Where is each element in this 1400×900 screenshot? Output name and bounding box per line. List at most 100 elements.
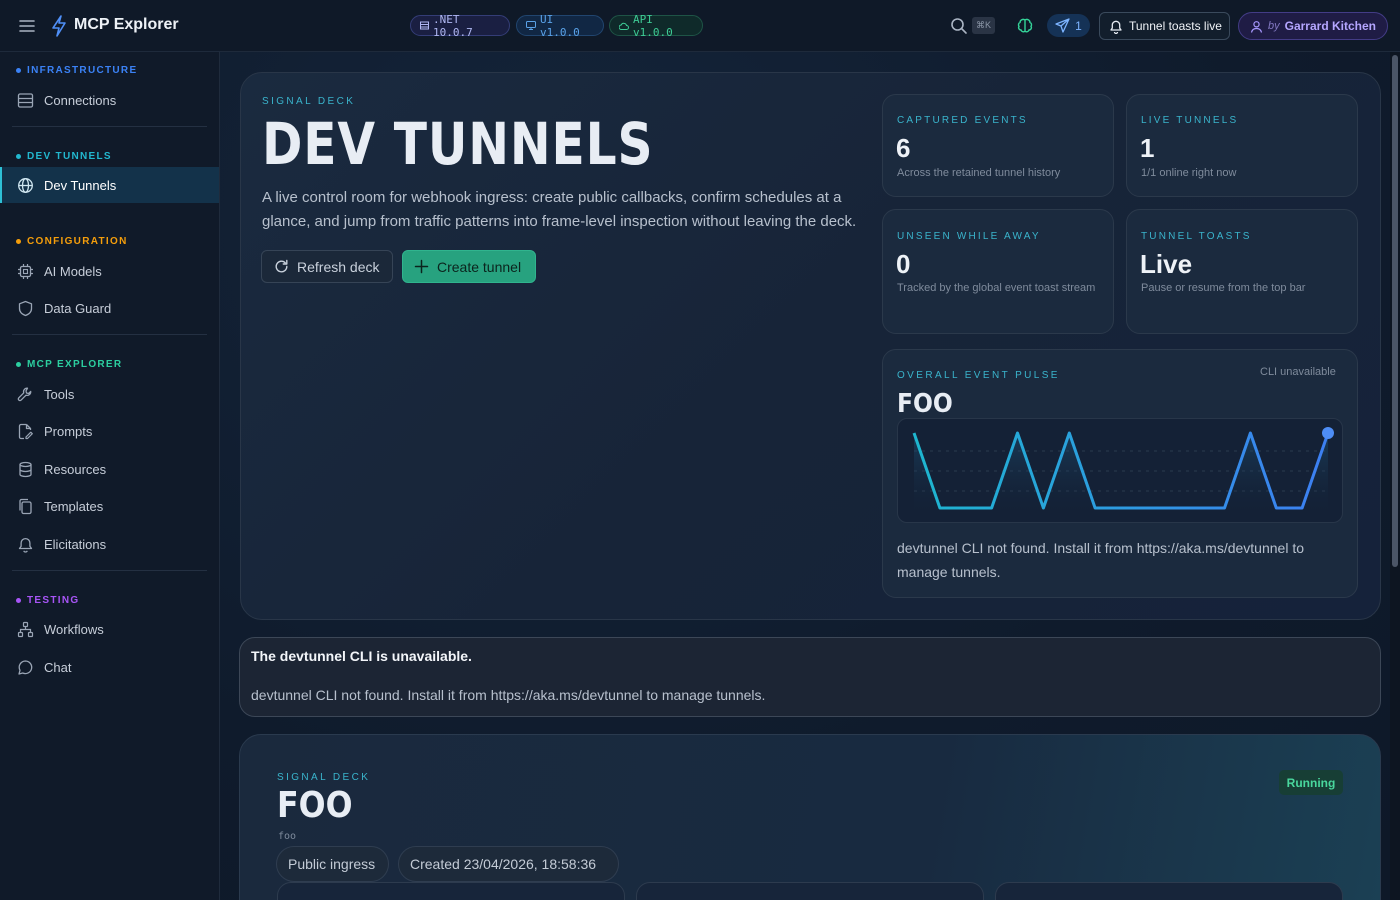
section-infrastructure-label: INFRASTRUCTURE xyxy=(27,65,138,76)
tunnel-eyebrow: SIGNAL DECK xyxy=(277,772,371,783)
tunnel-detail-card xyxy=(636,882,984,900)
sidebar-item-label: AI Models xyxy=(44,263,102,279)
hero-eyebrow: SIGNAL DECK xyxy=(262,96,356,107)
dotnet-version-text: .NET 10.0.7 xyxy=(433,12,473,39)
refresh-deck-button[interactable]: Refresh deck xyxy=(261,250,393,283)
ui-version-badge: UI v1.0.0 xyxy=(516,12,604,39)
sidebar-item-label: Resources xyxy=(44,461,107,477)
section-dev-tunnels: DEV TUNNELS xyxy=(16,151,112,162)
menu-icon[interactable] xyxy=(17,16,37,36)
stat-sub: Pause or resume from the top bar xyxy=(1141,282,1306,294)
status-badge: Running xyxy=(1279,770,1343,795)
sidebar-item-resources[interactable]: Resources xyxy=(0,451,219,487)
plus-icon xyxy=(414,259,429,274)
app-title: MCP Explorer xyxy=(74,16,179,33)
stat-label: UNSEEN WHILE AWAY xyxy=(897,231,1041,242)
sidebar-item-label: Connections xyxy=(44,92,117,108)
messages-button[interactable]: 1 xyxy=(1047,14,1090,37)
section-testing: TESTING xyxy=(16,595,79,606)
pulse-message: devtunnel CLI not found. Install it from… xyxy=(897,540,1305,580)
section-dot xyxy=(16,598,21,603)
cli-status: CLI unavailable xyxy=(1260,366,1336,378)
create-tunnel-button[interactable]: Create tunnel xyxy=(402,250,536,283)
sparkline-latest-point xyxy=(1322,427,1334,439)
section-mcp-explorer: MCP EXPLORER xyxy=(16,359,122,370)
file-edit-icon xyxy=(17,423,34,440)
sparkline-svg xyxy=(912,427,1334,518)
server-icon xyxy=(420,21,429,30)
sidebar-item-label: Tools xyxy=(44,386,75,402)
user-menu-button[interactable]: by Garrard Kitchen xyxy=(1238,12,1388,40)
bolt-icon xyxy=(50,15,68,37)
stat-label: CAPTURED EVENTS xyxy=(897,115,1028,126)
stat-value: Live xyxy=(1140,249,1193,279)
sidebar-item-data-guard[interactable]: Data Guard xyxy=(0,290,219,326)
sidebar-item-elicitations[interactable]: Elicitations xyxy=(0,526,219,562)
brain-icon[interactable] xyxy=(1016,17,1034,35)
wrench-icon xyxy=(17,386,34,403)
user-by-label: by xyxy=(1268,20,1280,32)
stat-value: 6 xyxy=(896,133,911,163)
page-title: DEV TUNNELS xyxy=(262,110,654,178)
globe-icon xyxy=(17,177,34,194)
sidebar-item-templates[interactable]: Templates xyxy=(0,488,219,524)
section-dot xyxy=(16,154,21,159)
api-version-badge: API v1.0.0 xyxy=(609,12,703,39)
section-dot xyxy=(16,362,21,367)
stat-label: LIVE TUNNELS xyxy=(1141,115,1239,126)
workflow-icon xyxy=(17,621,34,638)
sidebar-item-prompts[interactable]: Prompts xyxy=(0,413,219,449)
api-version-text: API v1.0.0 xyxy=(633,12,673,39)
ingress-chip: Public ingress xyxy=(276,846,389,882)
event-pulse-chart xyxy=(897,418,1343,523)
chat-icon xyxy=(17,659,34,676)
stat-sub: 1/1 online right now xyxy=(1141,167,1237,179)
bell-icon xyxy=(1109,19,1123,34)
server-icon xyxy=(17,92,34,109)
tunnel-detail-card xyxy=(277,882,625,900)
send-icon xyxy=(1055,18,1070,33)
stat-card-unseen xyxy=(882,209,1114,334)
sidebar-item-workflows[interactable]: Workflows xyxy=(0,611,219,647)
tunnel-toasts-label: Tunnel toasts live xyxy=(1129,19,1222,33)
sidebar-item-dev-tunnels[interactable]: Dev Tunnels xyxy=(0,167,219,203)
sidebar-divider xyxy=(12,334,207,335)
shield-icon xyxy=(17,300,34,317)
create-tunnel-label: Create tunnel xyxy=(437,258,522,275)
sidebar-divider xyxy=(12,126,207,127)
top-bar: MCP Explorer .NET 10.0.7 UI v1.0.0 API v… xyxy=(0,0,1400,52)
tunnel-name: FOO xyxy=(277,785,353,826)
sidebar-item-chat[interactable]: Chat xyxy=(0,649,219,685)
hero-description: A live control room for webhook ingress:… xyxy=(262,189,857,230)
database-icon xyxy=(17,461,34,478)
stat-label: TUNNEL TOASTS xyxy=(1141,231,1252,242)
tunnel-toasts-toggle[interactable]: Tunnel toasts live xyxy=(1099,12,1230,40)
user-name: Garrard Kitchen xyxy=(1284,19,1376,33)
alert-title: The devtunnel CLI is unavailable. xyxy=(251,648,472,664)
messages-count: 1 xyxy=(1075,18,1082,33)
sidebar-item-label: Dev Tunnels xyxy=(44,177,117,193)
search-icon[interactable] xyxy=(950,17,968,35)
created-chip: Created 23/04/2026, 18:58:36 xyxy=(398,846,619,882)
stat-value: 0 xyxy=(896,249,911,279)
sidebar-item-connections[interactable]: Connections xyxy=(0,82,219,118)
stat-sub: Across the retained tunnel history xyxy=(897,167,1061,179)
section-testing-label: TESTING xyxy=(27,595,80,606)
pulse-title: FOO xyxy=(897,389,953,419)
pulse-label: OVERALL EVENT PULSE xyxy=(897,370,1060,381)
alert-message: devtunnel CLI not found. Install it from… xyxy=(251,687,766,703)
sidebar-item-tools[interactable]: Tools xyxy=(0,376,219,412)
refresh-icon xyxy=(274,259,289,274)
sidebar-divider xyxy=(12,570,207,571)
search-shortcut-hint: ⌘K xyxy=(972,17,995,34)
section-dot xyxy=(16,239,21,244)
ui-version-text: UI v1.0.0 xyxy=(540,12,580,39)
sidebar-item-ai-models[interactable]: AI Models xyxy=(0,253,219,289)
cloud-icon xyxy=(619,22,629,30)
cpu-icon xyxy=(17,263,34,280)
scrollbar-thumb[interactable] xyxy=(1392,55,1398,567)
sidebar-item-label: Data Guard xyxy=(44,300,112,316)
refresh-deck-label: Refresh deck xyxy=(297,258,380,275)
dotnet-version-badge: .NET 10.0.7 xyxy=(410,12,510,39)
copy-file-icon xyxy=(17,498,34,515)
